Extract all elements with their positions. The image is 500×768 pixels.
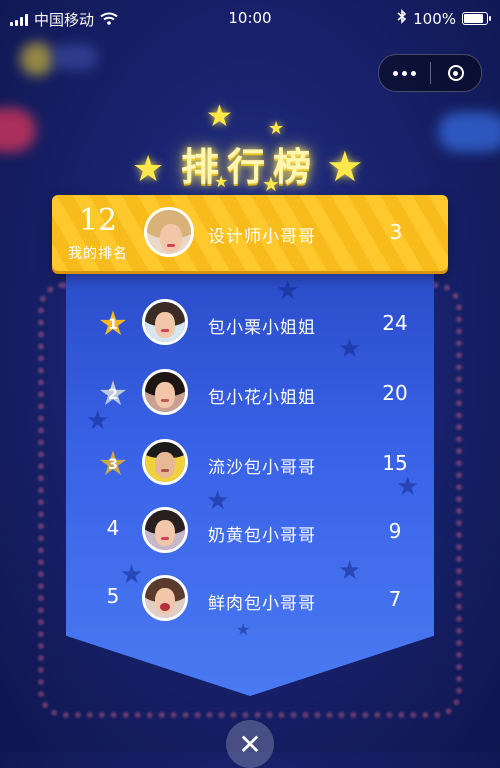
status-bar: 中国移动 10:00 100%: [0, 0, 500, 36]
target-circle-icon: [447, 65, 464, 81]
page-title: 排行榜: [180, 145, 319, 189]
player-score: 24: [382, 311, 408, 335]
close-icon: ✕: [238, 727, 262, 761]
my-rank-number: 12: [78, 203, 118, 238]
title-area: ★ ★ ★ ★ ★ ★ 排行榜: [0, 100, 500, 200]
more-dots-icon: [392, 70, 416, 76]
more-button[interactable]: [379, 55, 430, 91]
bronze-medal-star-icon: ★ 3: [97, 444, 129, 484]
player-name: 包小花小姐姐: [208, 388, 316, 408]
my-rank-banner: 12 我的排名 设计师小哥哥 3: [52, 195, 448, 271]
background-decoration: [52, 44, 98, 70]
avatar: [142, 299, 188, 345]
player-name: 流沙包小哥哥: [208, 458, 316, 478]
player-name: 鲜肉包小哥哥: [208, 594, 316, 614]
rank-number: 5: [106, 584, 120, 608]
bluetooth-icon: [397, 9, 407, 28]
player-name: 包小栗小姐姐: [208, 318, 316, 338]
list-item[interactable]: ★ 3 流沙包小哥哥 15: [66, 433, 434, 495]
avatar: [144, 207, 194, 257]
player-score: 20: [382, 381, 408, 405]
list-item[interactable]: 5 鲜肉包小哥哥 7: [66, 569, 434, 631]
battery-icon: [462, 12, 491, 25]
background-decoration: [20, 42, 54, 76]
avatar: [142, 507, 188, 553]
close-button[interactable]: ✕: [226, 720, 274, 768]
battery-level: [464, 14, 483, 23]
star-icon: ★: [206, 99, 233, 134]
silver-medal-star-icon: ★ 2: [97, 374, 129, 414]
battery-percent: 100%: [413, 9, 456, 28]
my-score: 3: [389, 220, 403, 244]
player-score: 7: [388, 587, 402, 611]
gold-medal-star-icon: ★ 1: [97, 304, 129, 344]
list-item[interactable]: ★ 2 包小花小姐姐 20: [66, 363, 434, 425]
player-name: 奶黄包小哥哥: [208, 526, 316, 546]
avatar: [142, 439, 188, 485]
player-score: 15: [382, 451, 408, 475]
my-rank-label: 我的排名: [68, 246, 128, 262]
rank-number: 4: [106, 516, 120, 540]
avatar: [142, 575, 188, 621]
exit-button[interactable]: [431, 55, 482, 91]
player-score: 9: [388, 519, 402, 543]
miniprogram-capsule: [378, 54, 482, 92]
list-item[interactable]: 4 奶黄包小哥哥 9: [66, 501, 434, 563]
list-item[interactable]: ★ 1 包小栗小姐姐 24: [66, 293, 434, 355]
avatar: [142, 369, 188, 415]
my-name: 设计师小哥哥: [208, 227, 316, 247]
